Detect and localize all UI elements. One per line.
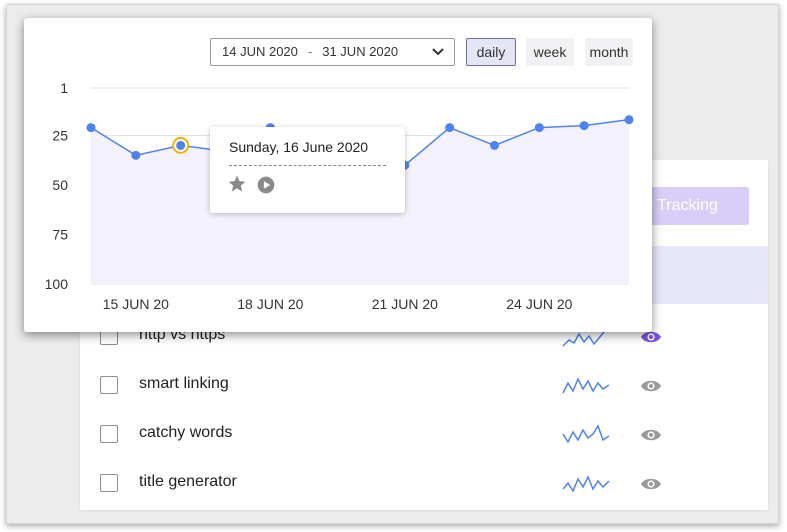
sparkline [562,475,610,493]
date-range-picker[interactable]: 14 JUN 2020-31 JUN 2020 [210,38,455,66]
eye-icon[interactable] [640,379,662,393]
period-week-button[interactable]: week [526,38,574,66]
data-point [534,123,544,133]
data-point [131,150,141,160]
y-tick-label: 100 [45,276,69,292]
data-point [579,121,589,131]
ranking-chart-popup: 1 25 50 75 100 15 JUN 20 18 JUN 20 21 JUN 20 24 … [24,18,652,332]
y-tick-label: 75 [52,227,68,243]
data-point [490,140,499,150]
x-tick-label: 21 JUN 20 [372,296,438,312]
chart-tooltip: Sunday, 16 June 2020 [210,127,405,213]
tooltip-divider [229,165,386,166]
keyword-row: title generator [100,469,662,499]
y-tick-label: 50 [52,177,68,193]
tooltip-date: Sunday, 16 June 2020 [229,139,369,155]
data-point [445,123,455,133]
table-header-band [632,246,768,304]
eye-icon[interactable] [640,330,662,344]
keyword-checkbox[interactable] [100,474,118,492]
eye-icon[interactable] [640,428,662,442]
keyword-label: smart linking [139,375,229,392]
keyword-row: smart linking [100,371,662,401]
star-icon[interactable] [227,174,247,194]
y-tick-label: 25 [52,128,68,144]
keyword-checkbox[interactable] [100,376,118,394]
sparkline [562,424,610,444]
data-point [624,115,634,125]
eye-icon[interactable] [640,477,662,491]
period-month-button[interactable]: month [585,38,633,66]
y-tick-label: 1 [60,80,68,96]
x-tick-label: 24 JUN 20 [506,296,572,312]
chevron-down-icon [432,48,444,56]
play-icon[interactable] [256,175,276,195]
data-point [176,140,186,150]
date-range-start: 14 JUN 2020 [222,44,298,59]
data-point [86,123,96,133]
keyword-label: catchy words [139,424,233,441]
sparkline [562,377,610,394]
keyword-label: title generator [139,473,237,490]
keyword-row: catchy words [100,420,662,450]
x-tick-label: 18 JUN 20 [237,296,303,312]
keyword-checkbox[interactable] [100,425,118,443]
date-range-separator: - [307,44,313,59]
x-tick-label: 15 JUN 20 [103,296,169,312]
period-daily-button[interactable]: daily [466,38,516,66]
date-range-end: 31 JUN 2020 [322,44,399,59]
